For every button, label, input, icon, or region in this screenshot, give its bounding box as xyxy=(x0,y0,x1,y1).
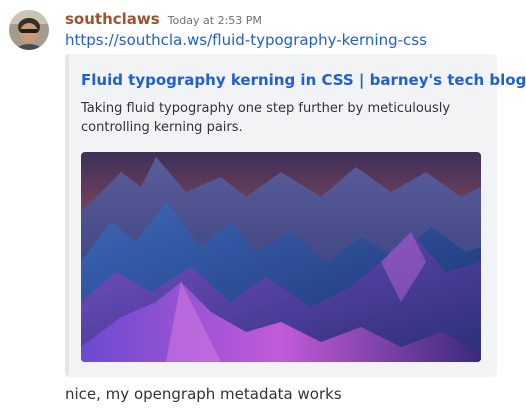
avatar[interactable] xyxy=(9,10,49,50)
link-embed: Fluid typography kerning in CSS | barney… xyxy=(65,54,526,377)
chat-message: southclaws Today at 2:53 PM https://sout… xyxy=(0,0,526,409)
message-link[interactable]: https://southcla.ws/fluid-typography-ker… xyxy=(65,30,427,50)
embed-image[interactable] xyxy=(81,152,481,362)
username[interactable]: southclaws xyxy=(65,9,160,29)
embed-title[interactable]: Fluid typography kerning in CSS | barney… xyxy=(81,70,526,90)
avatar-image xyxy=(9,10,49,50)
followup-message: nice, my opengraph metadata works xyxy=(65,385,342,403)
message-header: southclaws Today at 2:53 PM xyxy=(65,9,262,29)
timestamp: Today at 2:53 PM xyxy=(167,14,262,27)
mountain-landscape-image xyxy=(81,152,481,362)
embed-description: Taking fluid typography one step further… xyxy=(81,101,451,135)
